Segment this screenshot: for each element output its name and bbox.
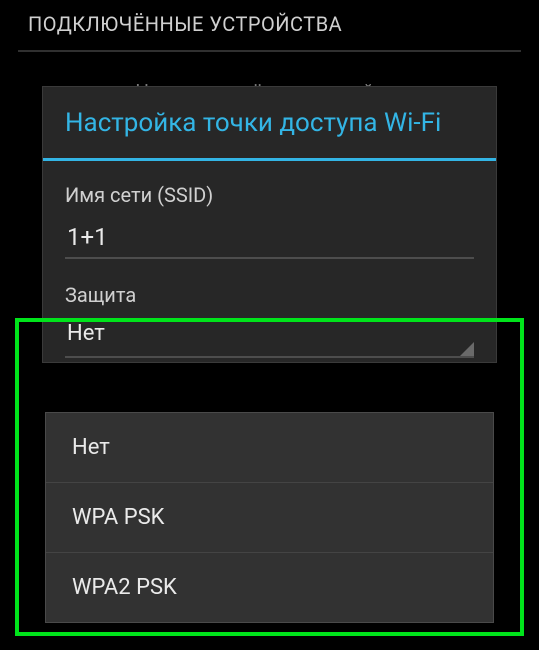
ssid-label: Имя сети (SSID): [65, 183, 474, 207]
security-label: Защита: [65, 283, 474, 307]
security-option-wpa-psk[interactable]: WPA PSK: [46, 483, 493, 553]
page-title: ПОДКЛЮЧЁННЫЕ УСТРОЙСТВА: [28, 12, 342, 36]
ssid-field-group: Имя сети (SSID): [43, 161, 496, 265]
dropdown-indicator-icon: [460, 342, 474, 356]
security-dropdown-panel: Нет WPA PSK WPA2 PSK: [45, 412, 494, 623]
dialog-title: Настройка точки доступа Wi-Fi: [43, 87, 496, 158]
security-field-group: Защита Нет: [43, 265, 496, 362]
security-option-none[interactable]: Нет: [46, 413, 493, 483]
security-option-wpa2-psk[interactable]: WPA2 PSK: [46, 553, 493, 622]
security-dropdown[interactable]: Нет: [65, 315, 474, 358]
ssid-input[interactable]: [65, 217, 474, 259]
security-selected-value: Нет: [67, 321, 105, 346]
wifi-hotspot-dialog: Настройка точки доступа Wi-Fi Имя сети (…: [42, 86, 497, 363]
page-header: ПОДКЛЮЧЁННЫЕ УСТРОЙСТВА: [0, 0, 539, 48]
